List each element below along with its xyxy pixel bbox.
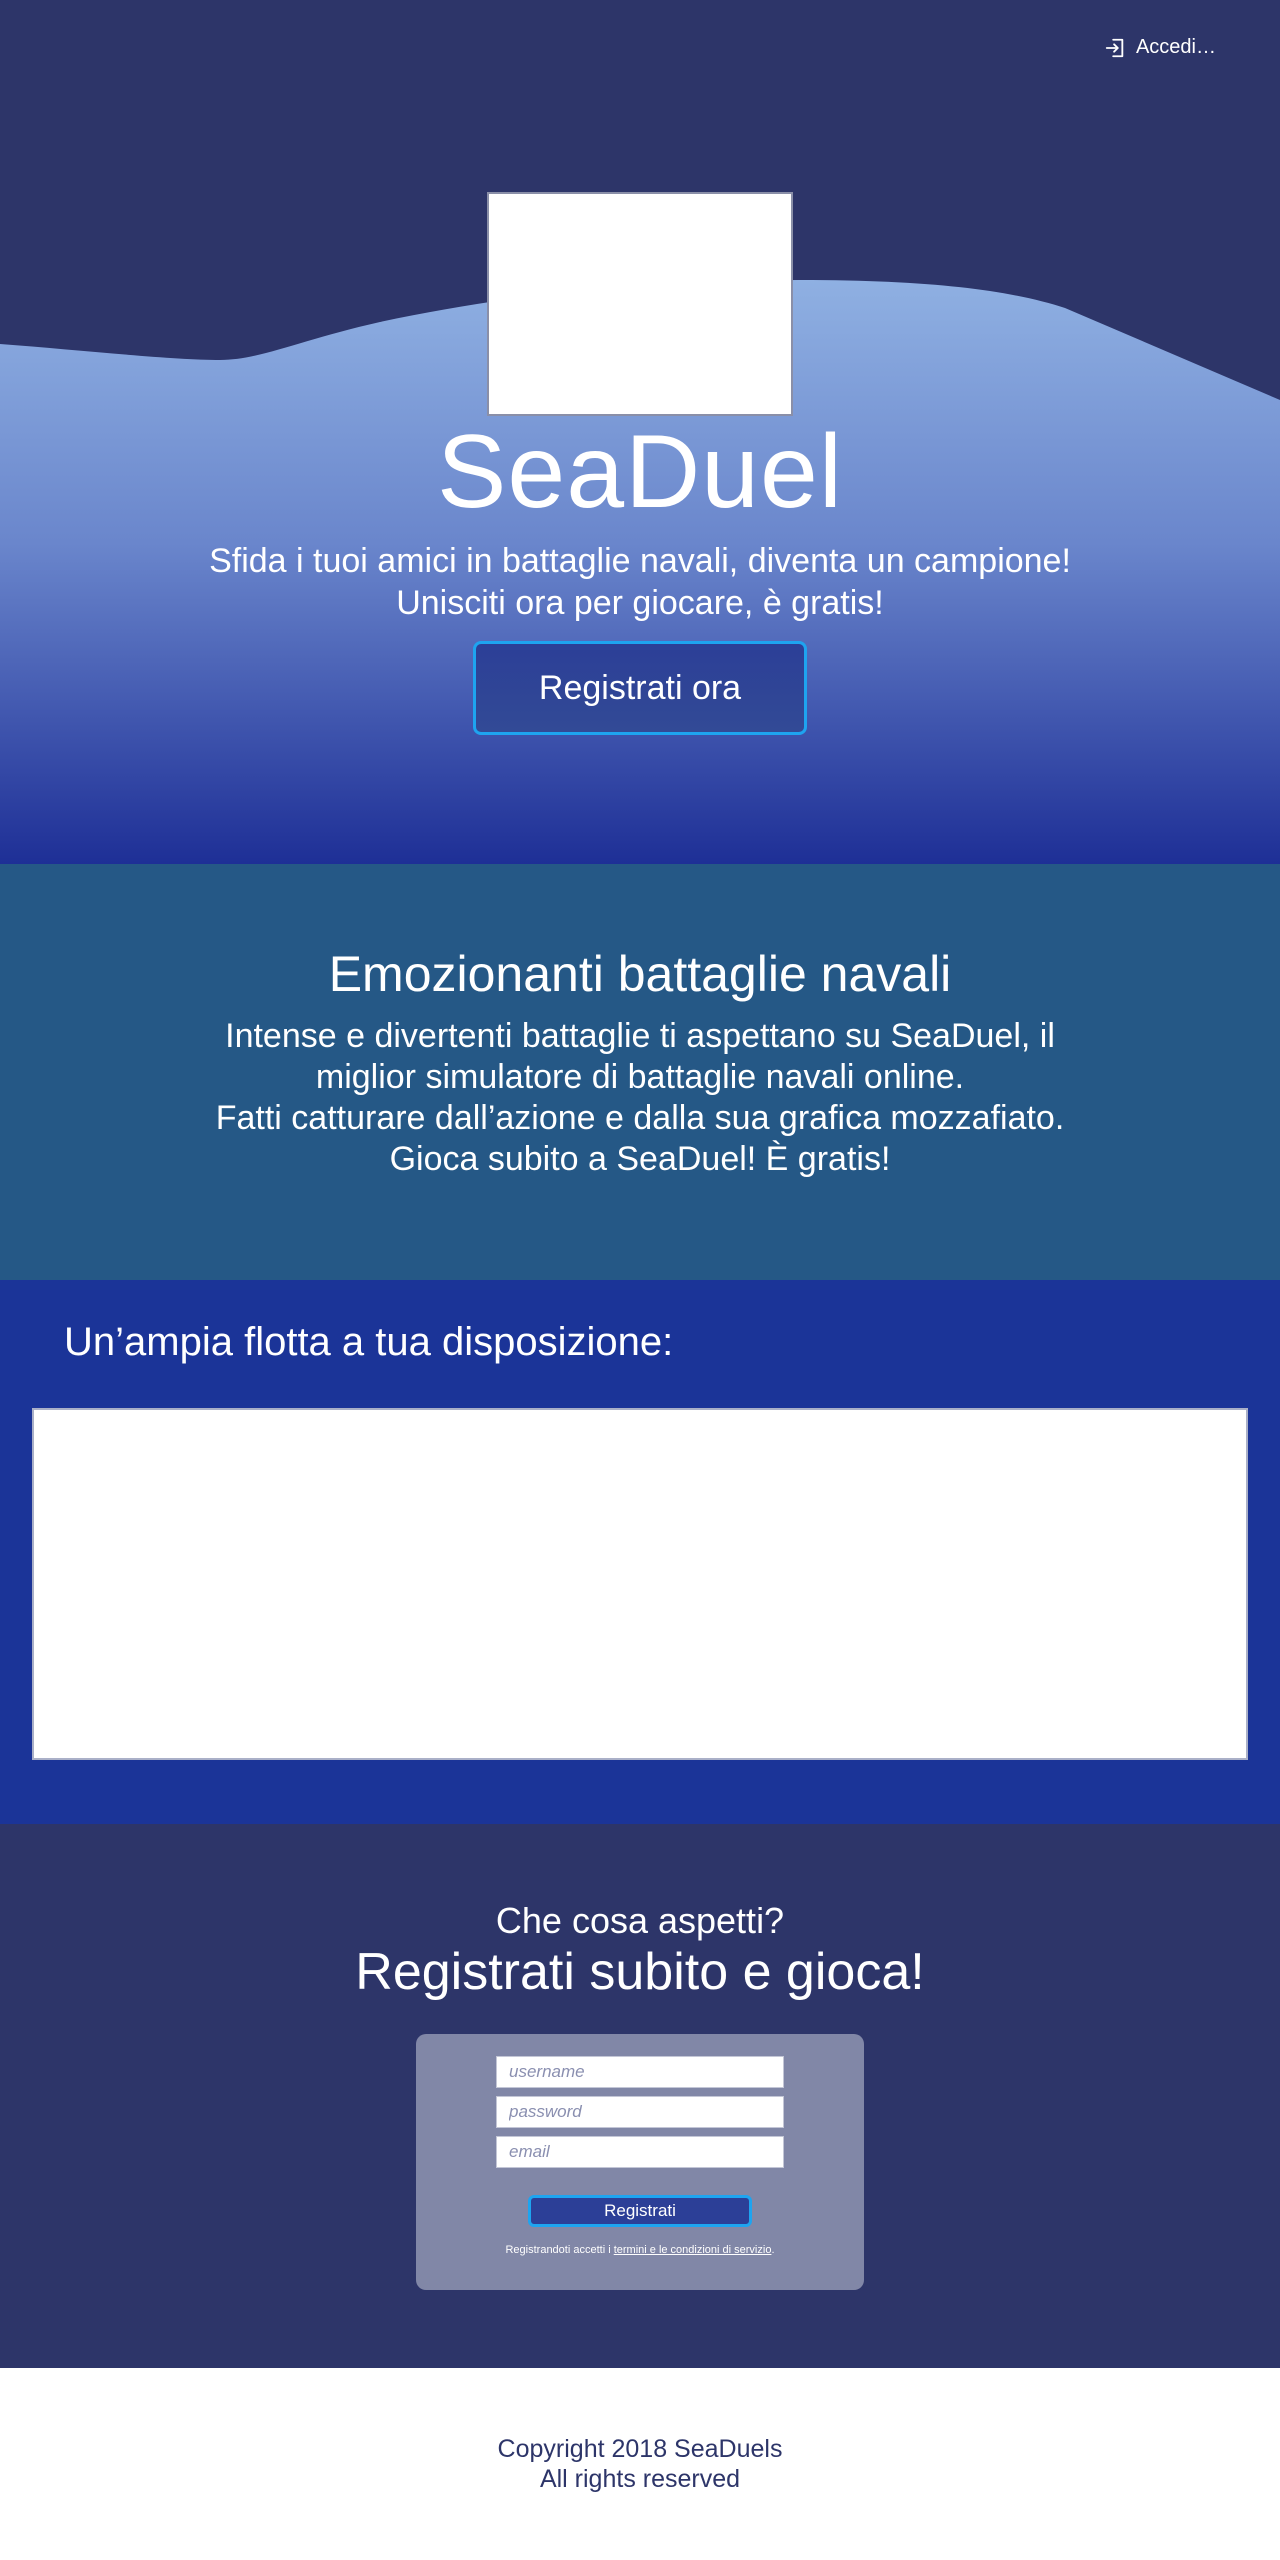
hero-subtitle-line: Unisciti ora per giocare, è gratis!: [396, 584, 884, 622]
terms-notice: Registrandoti accetti i termini e le con…: [416, 2244, 864, 2256]
hero-subtitle-line: Sfida i tuoi amici in battaglie navali, …: [209, 542, 1071, 580]
terms-suffix: .: [771, 2244, 775, 2256]
register-now-button[interactable]: Registrati ora: [473, 641, 807, 735]
signup-form: Registrati Registrandoti accetti i termi…: [416, 2034, 864, 2290]
fleet-image: [32, 1408, 1248, 1760]
terms-prefix: Registrandoti accetti i: [505, 2244, 614, 2256]
password-field[interactable]: [496, 2096, 784, 2128]
register-submit-button[interactable]: Registrati: [528, 2195, 752, 2227]
battles-text-line: miglior simulatore di battaglie navali o…: [315, 1058, 965, 1096]
login-label: Accedi…: [1135, 36, 1216, 58]
battles-text-line: Fatti catturare dall’azione e dalla sua …: [215, 1099, 1065, 1137]
hero-section: Accedi… SeaDuel Sfida i tuoi amici in ba…: [0, 0, 1280, 864]
hero-image: [487, 192, 793, 416]
email-field[interactable]: [496, 2136, 784, 2168]
sign-in-icon: [1104, 37, 1126, 59]
signup-section: Che cosa aspetti? Registrati subito e gi…: [0, 1824, 1280, 2368]
footer: Copyright 2018 SeaDuels All rights reser…: [0, 2368, 1280, 2560]
login-link[interactable]: Accedi…: [1104, 36, 1216, 59]
battles-description: Intense e divertenti battaglie ti aspett…: [0, 1016, 1280, 1180]
fleet-section: Un’ampia flotta a tua disposizione:: [0, 1280, 1280, 1824]
battles-text-line: Intense e divertenti battaglie ti aspett…: [225, 1017, 1055, 1055]
battles-section: Emozionanti battaglie navali Intense e d…: [0, 864, 1280, 1280]
site-title: SeaDuel: [437, 414, 843, 530]
battles-heading: Emozionanti battaglie navali: [328, 946, 952, 1002]
fleet-heading: Un’ampia flotta a tua disposizione:: [64, 1320, 674, 1364]
terms-link[interactable]: termini e le condizioni di servizio: [614, 2244, 772, 2256]
hero-subtitle: Sfida i tuoi amici in battaglie navali, …: [0, 540, 1280, 624]
battles-text-line: Gioca subito a SeaDuel! È gratis!: [389, 1140, 891, 1178]
signup-eyebrow: Che cosa aspetti?: [495, 1900, 785, 1941]
username-field[interactable]: [496, 2056, 784, 2088]
footer-rights: All rights reserved: [539, 2465, 741, 2493]
signup-heading: Registrati subito e gioca!: [355, 1943, 925, 2001]
footer-copyright: Copyright 2018 SeaDuels: [497, 2435, 783, 2463]
